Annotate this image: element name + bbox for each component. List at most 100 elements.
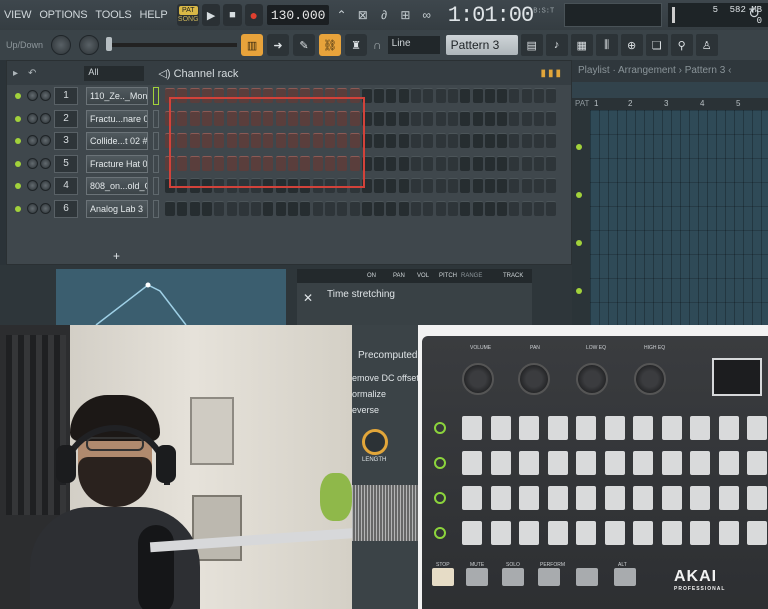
- step-button[interactable]: [411, 88, 421, 103]
- step-button[interactable]: [509, 133, 520, 148]
- drum-pad[interactable]: [462, 521, 482, 545]
- step-button[interactable]: [165, 200, 175, 216]
- drum-pad[interactable]: [747, 486, 767, 510]
- channel-name-button[interactable]: Analog Lab 3: [86, 199, 148, 218]
- graph-editor-icon[interactable]: ▮▮▮: [540, 68, 563, 79]
- step-button[interactable]: [374, 110, 385, 126]
- controller-button[interactable]: [576, 568, 598, 586]
- collapse-arrow-icon[interactable]: ▸: [13, 68, 18, 79]
- step-button[interactable]: [411, 110, 421, 126]
- step-button[interactable]: [484, 88, 495, 103]
- drum-pad[interactable]: [661, 486, 682, 510]
- record-button[interactable]: ●: [244, 4, 263, 26]
- pad-row-led[interactable]: [434, 422, 446, 434]
- step-button[interactable]: [460, 133, 471, 148]
- step-button[interactable]: [509, 88, 520, 103]
- channel-select-toggle[interactable]: [153, 199, 159, 218]
- step-button[interactable]: [251, 200, 262, 216]
- channel-volume-knob[interactable]: [40, 90, 51, 101]
- channel-pan-knob[interactable]: [27, 180, 38, 191]
- step-button[interactable]: [484, 178, 495, 193]
- track-led[interactable]: [576, 240, 582, 246]
- step-button[interactable]: [374, 178, 385, 193]
- step-button[interactable]: [472, 200, 483, 216]
- channel-pan-knob[interactable]: [27, 202, 38, 214]
- master-pitch-knob[interactable]: [79, 35, 100, 55]
- step-button[interactable]: [300, 200, 311, 216]
- step-button[interactable]: [398, 155, 409, 171]
- menu-tools[interactable]: TOOLS: [91, 9, 135, 21]
- pad-row-led[interactable]: [434, 457, 446, 469]
- channel-mute-led[interactable]: [15, 160, 21, 167]
- pat-song-toggle[interactable]: PAT SONG: [177, 4, 200, 26]
- menu-help[interactable]: HELP: [136, 9, 172, 21]
- playlist-grid[interactable]: [590, 110, 768, 325]
- wait-input-icon[interactable]: ⊠: [354, 4, 372, 26]
- step-button[interactable]: [447, 178, 458, 193]
- stop-button[interactable]: ■: [223, 4, 242, 26]
- drum-pad[interactable]: [718, 521, 739, 545]
- controller-solo-button[interactable]: [502, 568, 524, 586]
- step-button[interactable]: [374, 200, 385, 216]
- step-button[interactable]: [447, 133, 458, 148]
- length-knob[interactable]: [362, 429, 388, 455]
- drum-pad[interactable]: [690, 486, 710, 510]
- step-button[interactable]: [460, 110, 471, 126]
- step-button[interactable]: [521, 155, 532, 171]
- step-button[interactable]: [398, 110, 409, 126]
- drum-pad[interactable]: [462, 416, 482, 440]
- drum-pad[interactable]: [747, 521, 767, 545]
- step-button[interactable]: [423, 178, 434, 193]
- loop-record-icon[interactable]: ∞: [418, 4, 436, 26]
- channel-volume-knob[interactable]: [40, 180, 51, 191]
- drum-pad[interactable]: [547, 451, 568, 475]
- step-button[interactable]: [411, 133, 421, 148]
- step-button[interactable]: [521, 178, 532, 193]
- step-edit-icon[interactable]: ⊞: [396, 4, 414, 26]
- step-button[interactable]: [509, 178, 520, 193]
- step-button[interactable]: [226, 200, 237, 216]
- step-button[interactable]: [374, 155, 385, 171]
- step-button[interactable]: [423, 133, 434, 148]
- step-button[interactable]: [177, 200, 188, 216]
- step-button[interactable]: [546, 133, 557, 148]
- metronome-icon[interactable]: ⌃: [332, 4, 350, 26]
- step-button[interactable]: [521, 110, 532, 126]
- channel-name-button[interactable]: 808_on...old_G: [86, 177, 148, 195]
- channel-rack-view-icon[interactable]: ▦: [570, 34, 593, 56]
- drum-pad[interactable]: [547, 416, 568, 440]
- channel-mixer-track[interactable]: 3: [54, 132, 78, 150]
- drum-pad[interactable]: [661, 521, 682, 545]
- step-button[interactable]: [460, 155, 471, 171]
- step-button[interactable]: [497, 200, 508, 216]
- drum-pad[interactable]: [490, 486, 511, 510]
- step-button[interactable]: [509, 200, 520, 216]
- drum-pad[interactable]: [718, 451, 739, 475]
- tempo-display[interactable]: 130.000: [266, 5, 330, 25]
- track-led[interactable]: [576, 192, 582, 198]
- drum-pad[interactable]: [547, 521, 568, 545]
- plug-icon[interactable]: ⚲: [670, 34, 693, 56]
- step-button[interactable]: [386, 155, 397, 171]
- channel-volume-knob[interactable]: [40, 157, 51, 169]
- step-button[interactable]: [386, 110, 397, 126]
- step-button[interactable]: [201, 200, 212, 216]
- plugin-picker-icon[interactable]: ⊕: [620, 34, 643, 56]
- drum-pad[interactable]: [576, 416, 596, 440]
- step-button[interactable]: [435, 110, 446, 126]
- step-button[interactable]: [361, 200, 372, 216]
- controller-mute-button[interactable]: [466, 568, 488, 586]
- normalize-option[interactable]: ormalize: [352, 389, 386, 399]
- channel-pan-knob[interactable]: [27, 135, 38, 146]
- step-button[interactable]: [509, 110, 520, 126]
- step-button[interactable]: [497, 178, 508, 193]
- countdown-icon[interactable]: ∂: [375, 4, 393, 26]
- step-button[interactable]: [435, 200, 446, 216]
- step-button[interactable]: [484, 155, 495, 171]
- channel-mixer-track[interactable]: 2: [54, 109, 78, 128]
- step-button[interactable]: [497, 88, 508, 103]
- step-button[interactable]: [546, 200, 557, 216]
- drum-pad[interactable]: [604, 521, 625, 545]
- step-button[interactable]: [497, 110, 508, 126]
- step-button[interactable]: [534, 200, 544, 216]
